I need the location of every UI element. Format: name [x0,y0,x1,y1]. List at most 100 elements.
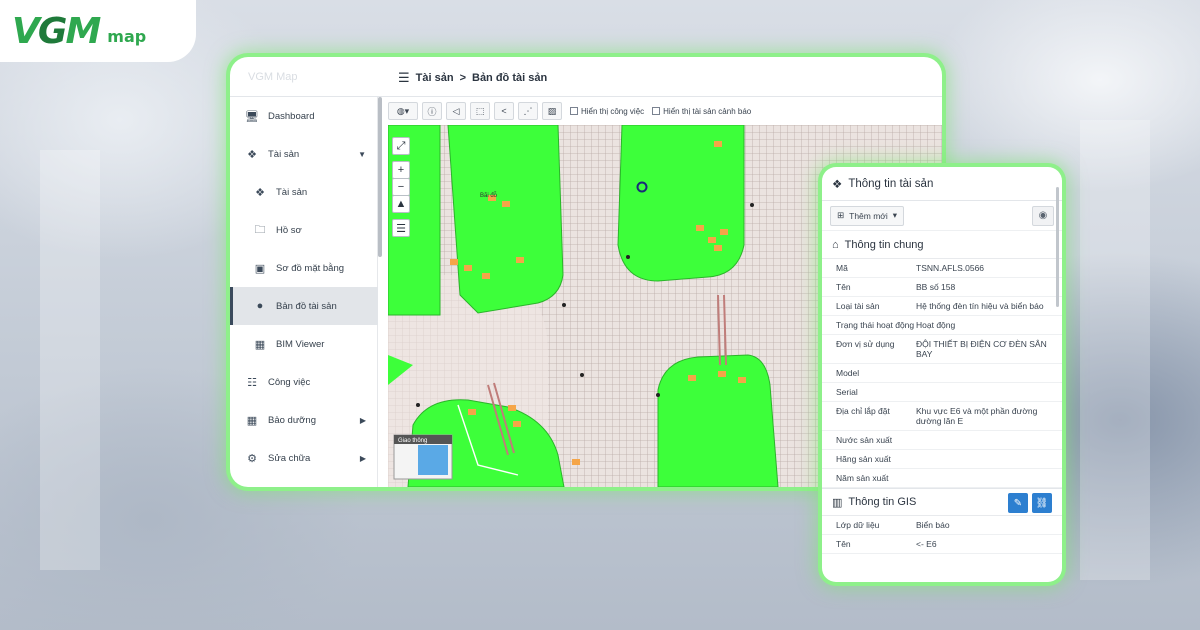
asset-marker[interactable] [468,409,476,415]
calendar-icon: ▦ [246,414,258,427]
info-row: Hãng sản xuất [822,450,1062,469]
folder-icon: 🗀 [254,223,266,236]
info-row: Mã TSNN.AFLS.0566 [822,259,1062,278]
link-gis-button[interactable]: ⛓ [1032,493,1052,513]
breadcrumb-root[interactable]: Tài sản [416,72,454,84]
layers-menu-button[interactable]: ☰ [392,219,410,237]
share-icon: < [501,106,507,116]
sidebar-item-floorplan[interactable]: ▣ Sơ đồ mặt bằng [230,249,378,287]
sidebar-item-tasks[interactable]: ☷ Công việc [230,363,378,401]
panel-scrollbar[interactable] [1056,187,1059,307]
asset-marker[interactable] [688,375,696,381]
chevron-right-icon: ▶ [359,453,366,463]
expand-button[interactable]: ⋰ [518,102,538,120]
globe-icon: ◍▾ [396,105,410,116]
cubes-icon: ❖ [255,186,265,199]
background-shape [1080,120,1150,580]
asset-marker[interactable] [714,245,722,251]
sign-marker[interactable] [626,255,630,259]
sign-marker[interactable] [562,303,566,307]
caret-down-icon: ▾ [892,210,898,220]
zoom-out-button[interactable]: − [392,178,410,196]
building-icon: ▦ [254,338,266,351]
sidebar-item-records[interactable]: 🗀 Hồ sơ [230,211,378,249]
asset-marker[interactable] [714,141,722,147]
sidebar-item-dashboard[interactable]: 🖥 Dashboard [230,97,378,135]
fullscreen-button[interactable]: ⤢ [392,137,410,155]
add-new-dropdown[interactable]: ⊞ Thêm mới ▾ [830,205,905,226]
reset-north-button[interactable]: ▲ [392,195,410,213]
menu-icon: ☰ [396,222,406,235]
sidebar-item-bim-viewer[interactable]: ▦ BIM Viewer [230,325,378,363]
background-shape [40,150,100,570]
tasks-icon: ☷ [247,376,257,389]
sign-marker[interactable] [580,373,584,377]
asset-marker[interactable] [516,257,524,263]
share-button[interactable]: < [494,102,514,120]
view-button[interactable]: ◉ [1032,205,1054,226]
fullscreen-icon: ⤢ [396,139,406,152]
sidebar-item-assets-list[interactable]: ❖ Tài sản [230,173,378,211]
panel-header: ❖ Thông tin tài sản [822,167,1062,201]
checkbox-box[interactable] [652,107,661,115]
home-icon: ⌂ [832,238,839,251]
sidebar-item-asset-map[interactable]: ● Bản đồ tài sản [230,287,378,325]
info-row: Lớp dữ liệu Biển báo [822,516,1062,535]
window-header: VGM Map ☰ Tài sản > Bản đồ tài sản [230,57,942,97]
edit-icon: ✎ [1013,497,1023,509]
breadcrumb-current: Bản đồ tài sản [472,72,548,84]
image-button[interactable]: ▨ [542,102,562,120]
monitor-icon: 🖥 [245,110,259,123]
zoom-in-button[interactable]: + [392,161,410,179]
green-area [617,125,745,282]
asset-marker[interactable] [696,225,704,231]
breadcrumb-separator: > [459,72,466,84]
edit-gis-button[interactable]: ✎ [1008,493,1028,513]
asset-marker[interactable] [508,405,516,411]
chevron-down-icon: ▼ [358,149,366,159]
gis-info-table: Lớp dữ liệu Biển báo Tên <- E6 [822,516,1062,554]
show-tasks-checkbox[interactable]: Hiển thị công việc [570,107,644,116]
sidebar-item-maintenance[interactable]: ▦ Bảo dưỡng ▶ [230,401,378,439]
sign-marker[interactable] [750,203,754,207]
measure-angle-button[interactable]: ◁ [446,102,466,120]
menu-icon[interactable]: ☰ [398,70,410,86]
minus-icon: − [397,181,405,193]
panel-toolbar: ⊞ Thêm mới ▾ ◉ [822,201,1062,231]
cubes-icon: ❖ [832,178,843,191]
brand-logo: VGM map [0,0,196,62]
eye-icon: ◉ [1038,210,1048,221]
asset-marker[interactable] [708,237,716,243]
expand-icon: ⋰ [523,105,533,116]
asset-marker[interactable] [513,421,521,427]
asset-marker[interactable] [464,265,472,271]
link-icon: ⛓ [1035,497,1049,509]
asset-marker[interactable] [502,201,510,207]
minimap-water [418,445,448,475]
asset-marker[interactable] [482,273,490,279]
info-row: Đơn vị sử dụng ĐỘI THIẾT BỊ ĐIỆN CƠ ĐÈN S… [822,335,1062,364]
show-alerts-checkbox[interactable]: Hiển thị tài sản cảnh báo [652,107,751,116]
sidebar-scrollbar[interactable] [378,97,382,257]
info-row: Serial [822,383,1062,402]
layer-dropdown-button[interactable]: ◍▾ [388,102,418,120]
sign-marker[interactable] [656,393,660,397]
section-gis-info: ▥ Thông tin GIS ✎ ⛓ [822,488,1062,516]
plus-square-icon: ⊞ [837,210,845,220]
info-row: Model [822,364,1062,383]
checkbox-box[interactable] [570,107,578,115]
sign-marker[interactable] [416,403,420,407]
asset-marker[interactable] [450,259,458,265]
sidebar-item-assets[interactable]: ❖ Tài sản ▼ [230,135,378,173]
asset-marker[interactable] [738,377,746,383]
minimap-label: Giao thông [398,438,427,444]
globe-icon: ● [256,300,264,312]
asset-marker[interactable] [718,371,726,377]
info-button[interactable]: ⓘ [422,102,442,120]
asset-marker[interactable] [572,459,580,465]
sidebar-item-repair[interactable]: ⚙ Sửa chữa ▶ [230,439,378,477]
sidebar: 🖥 Dashboard ❖ Tài sản ▼ ❖ Tài sản 🗀 Hồ sơ ▣ Sơ… [230,97,378,487]
select-area-button[interactable]: ⬚ [470,102,490,120]
section-general-info: ⌂ Thông tin chung [822,231,1062,259]
asset-marker[interactable] [720,229,728,235]
